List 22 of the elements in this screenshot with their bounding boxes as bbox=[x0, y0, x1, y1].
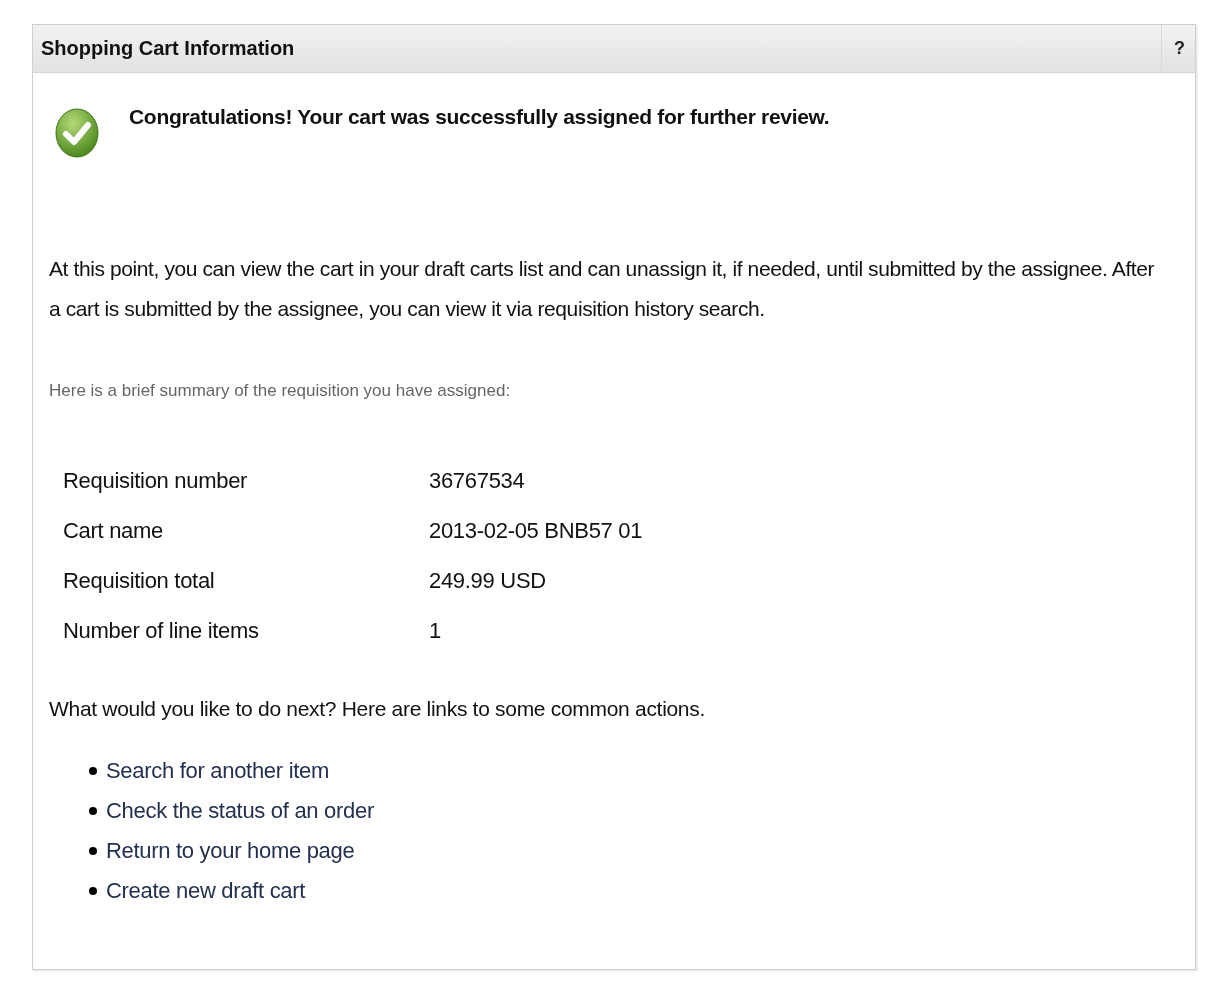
summary-value: 36767534 bbox=[429, 467, 526, 495]
bullet-icon bbox=[89, 807, 97, 815]
summary-label: Number of line items bbox=[63, 617, 260, 645]
action-link[interactable]: Return to your home page bbox=[106, 835, 355, 867]
bullet-icon bbox=[89, 887, 97, 895]
action-link[interactable]: Create new draft cart bbox=[106, 875, 306, 907]
next-actions-prompt: What would you like to do next? Here are links to some common actions. bbox=[49, 697, 706, 721]
bullet-icon bbox=[89, 767, 97, 775]
summary-value: 249.99 USD bbox=[429, 567, 547, 595]
summary-value: 2013-02-05 BNB57 01 bbox=[429, 517, 644, 545]
action-link[interactable]: Check the status of an order bbox=[106, 795, 374, 827]
success-message: Congratulations! Your cart was successfully assigned for further review. bbox=[129, 105, 830, 129]
summary-label: Requisition number bbox=[63, 467, 249, 495]
action-link[interactable]: Search for another item bbox=[106, 755, 329, 787]
explanation-text: At this point, you can view the cart in your draft carts list and can unassign it, if needed, until submitted by the assignee. After a cart is submitted by the assignee, you can view it via requisition history search. bbox=[49, 256, 1156, 322]
summary-intro: Here is a brief summary of the requisition you have assigned: bbox=[49, 381, 512, 401]
bullet-icon bbox=[89, 847, 97, 855]
panel-title: Shopping Cart Information bbox=[41, 37, 295, 60]
summary-label: Cart name bbox=[63, 517, 164, 545]
summary-label: Requisition total bbox=[63, 567, 216, 595]
help-button[interactable]: ? bbox=[1161, 25, 1185, 72]
summary-value: 1 bbox=[429, 617, 442, 645]
